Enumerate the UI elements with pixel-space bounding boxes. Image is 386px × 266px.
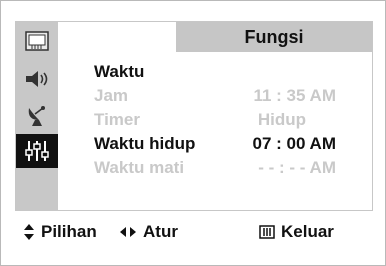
menu-title-bar: Fungsi	[176, 22, 372, 52]
hint-label: Pilihan	[41, 222, 97, 241]
up-down-arrows-icon	[23, 223, 35, 241]
menu-item-value: Hidup	[257, 110, 306, 129]
menu-item-label: Waktu mati	[94, 158, 185, 177]
menu-item-waktu-hidup[interactable]: Waktu hidup 07 : 00 AM	[94, 134, 364, 156]
picture-icon[interactable]	[23, 28, 51, 54]
osd-hint-bar: Pilihan Atur Keluar	[15, 215, 371, 249]
hint-label: Keluar	[281, 222, 334, 241]
menu-item-label: Waktu	[94, 62, 145, 81]
tv-osd-frame: Fungsi Waktu Jam 11 : 35 AM Timer Hidup …	[0, 0, 386, 266]
hint-pilihan: Pilihan	[23, 215, 97, 249]
menu-item-value: 07 : 00 AM	[252, 134, 336, 153]
menu-item-label: Timer	[94, 110, 140, 129]
menu-item-value: - - : - - AM	[258, 158, 336, 177]
menu-item-waktu[interactable]: Waktu	[94, 62, 364, 84]
channel-icon[interactable]	[23, 102, 51, 128]
function-menu-panel: Fungsi Waktu Jam 11 : 35 AM Timer Hidup …	[15, 21, 373, 211]
hint-atur: Atur	[119, 215, 178, 249]
menu-title: Fungsi	[244, 27, 304, 47]
hint-keluar: Keluar	[259, 215, 334, 249]
sound-icon[interactable]	[23, 66, 51, 92]
menu-item-value: 11 : 35 AM	[253, 86, 336, 105]
menu-item-jam: Jam 11 : 35 AM	[94, 86, 364, 108]
menu-item-label: Waktu hidup	[94, 134, 196, 153]
hint-label: Atur	[143, 222, 178, 241]
menu-item-waktu-mati: Waktu mati - - : - - AM	[94, 158, 364, 180]
left-right-arrows-icon	[119, 226, 137, 238]
menu-exit-icon	[259, 225, 275, 239]
menu-item-timer: Timer Hidup	[94, 110, 364, 132]
function-icon[interactable]	[16, 134, 58, 168]
menu-item-label: Jam	[94, 86, 129, 105]
menu-sidebar	[16, 22, 58, 210]
